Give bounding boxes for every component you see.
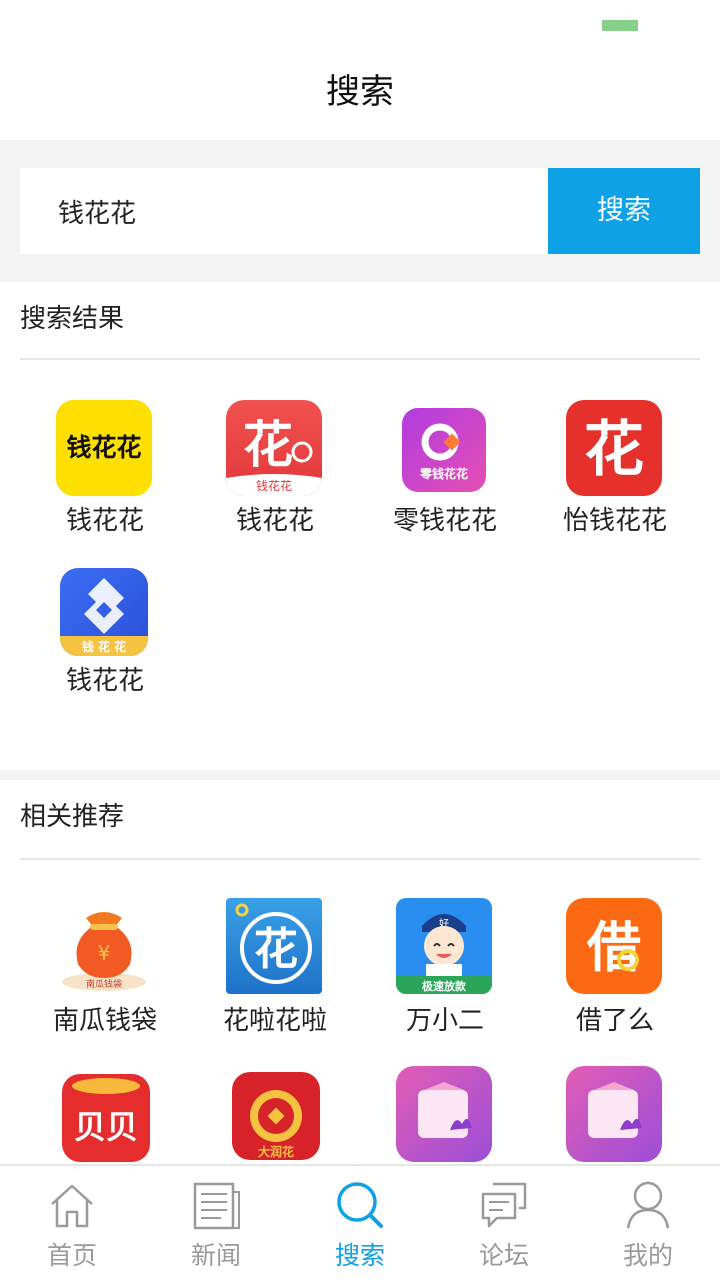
recommendations-heading: 相关推荐 bbox=[20, 802, 125, 832]
app-name: 钱花花 bbox=[65, 506, 144, 536]
svg-text:钱 花 花: 钱 花 花 bbox=[82, 639, 126, 654]
news-icon bbox=[193, 1182, 240, 1230]
qianhuahua-blue-icon: 钱 花 花 bbox=[60, 568, 148, 656]
money-bag-icon: ¥ 南瓜钱袋 bbox=[56, 898, 152, 994]
search-button[interactable]: 搜索 bbox=[548, 168, 700, 254]
tab-label: 首页 bbox=[46, 1241, 97, 1270]
svg-text:花: 花 bbox=[584, 415, 644, 485]
battery-icon bbox=[602, 20, 638, 31]
waiter-icon: 好 极速放款 bbox=[396, 898, 492, 994]
tab-news[interactable]: 新闻 bbox=[144, 1166, 288, 1280]
title-bar: 搜索 bbox=[0, 44, 720, 140]
app-item[interactable]: 零钱花花 零钱花花 bbox=[360, 400, 530, 568]
app-item[interactable]: 花 钱花花 钱花花 bbox=[190, 400, 360, 568]
svg-text:钱花花: 钱花花 bbox=[66, 433, 141, 462]
lingqian-huahua-icon: 零钱花花 bbox=[402, 408, 486, 492]
app-name: 怡钱花花 bbox=[562, 506, 667, 536]
app-name: 万小二 bbox=[405, 1006, 484, 1036]
results-heading: 搜索结果 bbox=[20, 304, 125, 334]
tab-label: 搜索 bbox=[334, 1241, 385, 1270]
profile-icon bbox=[626, 1181, 670, 1229]
app-name: 借了么 bbox=[575, 1006, 654, 1036]
results-grid: 钱花花 钱花花 花 钱花花 钱花花 零钱花花 零钱花花 花 怡钱花花 钱 花 花… bbox=[20, 400, 700, 736]
app-item[interactable]: 花 怡钱花花 bbox=[530, 400, 700, 568]
search-input[interactable] bbox=[20, 168, 548, 254]
hua-circle-icon: 花 bbox=[226, 898, 322, 994]
search-icon bbox=[337, 1182, 383, 1228]
page-title: 搜索 bbox=[326, 72, 394, 112]
wallet-icon bbox=[566, 1066, 662, 1162]
tab-label: 新闻 bbox=[190, 1241, 241, 1270]
tab-label: 我的 bbox=[622, 1241, 673, 1270]
app-item[interactable]: 大润花 bbox=[190, 1066, 360, 1164]
tab-home[interactable]: 首页 bbox=[0, 1166, 144, 1280]
tab-label: 论坛 bbox=[478, 1241, 529, 1270]
app-item[interactable]: 好 极速放款 万小二 bbox=[360, 898, 530, 1066]
jie-icon: 借 bbox=[566, 898, 662, 994]
svg-text:钱花花: 钱花花 bbox=[256, 478, 292, 493]
tab-profile[interactable]: 我的 bbox=[576, 1166, 720, 1280]
coin-icon: 大润花 bbox=[232, 1072, 320, 1160]
tab-forum[interactable]: 论坛 bbox=[432, 1166, 576, 1280]
search-results-section: 搜索结果 钱花花 钱花花 花 钱花花 钱花花 零钱花花 零钱花花 花 怡钱花花 … bbox=[0, 282, 720, 770]
svg-text:贝贝: 贝贝 bbox=[74, 1108, 138, 1146]
app-name: 零钱花花 bbox=[392, 506, 497, 536]
app-name: 花啦花啦 bbox=[222, 1006, 327, 1036]
svg-text:¥: ¥ bbox=[98, 941, 111, 965]
app-name: 南瓜钱袋 bbox=[52, 1006, 157, 1036]
wallet-icon bbox=[396, 1066, 492, 1162]
svg-text:花: 花 bbox=[243, 416, 293, 474]
app-item[interactable]: 贝贝 bbox=[20, 1066, 190, 1164]
app-item[interactable]: 钱花花 钱花花 bbox=[20, 400, 190, 568]
recommendations-section: 相关推荐 ¥ 南瓜钱袋 南瓜钱袋 花 花啦花啦 好 极速放款 万小二 借 借了么… bbox=[0, 780, 720, 1164]
svg-text:零钱花花: 零钱花花 bbox=[419, 466, 468, 481]
divider bbox=[20, 358, 700, 360]
beibei-icon: 贝贝 bbox=[62, 1074, 150, 1162]
tab-search[interactable]: 搜索 bbox=[288, 1166, 432, 1280]
app-item[interactable] bbox=[360, 1066, 530, 1164]
app-item[interactable]: 钱 花 花 钱花花 bbox=[20, 568, 190, 736]
qianhuahua-yellow-icon: 钱花花 bbox=[56, 400, 152, 496]
bottom-tab-bar: 首页 新闻 搜索 论坛 我的 bbox=[0, 1164, 720, 1280]
app-item[interactable]: 借 借了么 bbox=[530, 898, 700, 1066]
app-item[interactable] bbox=[530, 1066, 700, 1164]
app-name: 钱花花 bbox=[65, 666, 144, 696]
forum-icon bbox=[481, 1182, 527, 1228]
qianhuahua-red-icon: 花 钱花花 bbox=[226, 400, 322, 496]
svg-text:南瓜钱袋: 南瓜钱袋 bbox=[86, 978, 122, 990]
app-item[interactable]: 花 花啦花啦 bbox=[190, 898, 360, 1066]
home-icon bbox=[51, 1184, 93, 1228]
yiqian-huahua-icon: 花 bbox=[566, 400, 662, 496]
svg-text:极速放款: 极速放款 bbox=[422, 979, 467, 993]
search-area: 搜索 bbox=[0, 140, 720, 282]
divider bbox=[20, 858, 700, 860]
recommendations-grid: ¥ 南瓜钱袋 南瓜钱袋 花 花啦花啦 好 极速放款 万小二 借 借了么 贝贝 大… bbox=[20, 898, 700, 1164]
svg-text:花: 花 bbox=[254, 924, 298, 975]
app-name: 钱花花 bbox=[235, 506, 314, 536]
svg-text:大润花: 大润花 bbox=[258, 1144, 294, 1159]
app-item[interactable]: ¥ 南瓜钱袋 南瓜钱袋 bbox=[20, 898, 190, 1066]
status-bar bbox=[0, 0, 720, 44]
